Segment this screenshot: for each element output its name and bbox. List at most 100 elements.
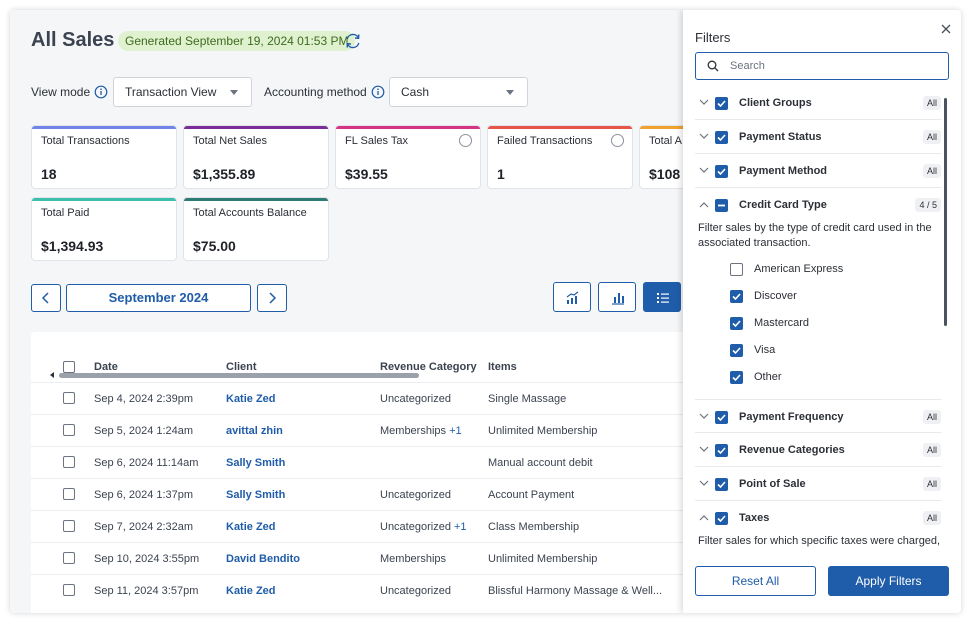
- more-categories-link[interactable]: +1: [454, 521, 467, 533]
- cell-client-link[interactable]: Sally Smith: [226, 457, 285, 469]
- trend-chart-icon: [566, 291, 579, 304]
- row-checkbox[interactable]: [63, 552, 75, 564]
- select-all-checkbox[interactable]: [63, 361, 75, 373]
- list-view-button[interactable]: [643, 282, 681, 312]
- table-row[interactable]: Sep 5, 2024 1:24am avittal zhin Membersh…: [31, 414, 731, 446]
- prev-month-button[interactable]: [31, 284, 61, 312]
- table-row[interactable]: Sep 7, 2024 2:32am Katie Zed Uncategoriz…: [31, 510, 731, 542]
- scroll-left-arrow-icon[interactable]: [50, 372, 54, 378]
- card-select-radio[interactable]: [459, 134, 472, 147]
- row-checkbox[interactable]: [63, 584, 75, 596]
- row-checkbox[interactable]: [63, 520, 75, 532]
- filter-group-checkbox[interactable]: [715, 411, 728, 424]
- category-text: Uncategorized: [380, 393, 451, 405]
- search-placeholder: Search: [730, 60, 765, 72]
- filter-group-name: Payment Status: [739, 131, 822, 143]
- filter-group-credit-card-type[interactable]: Credit Card Type 4 / 5: [695, 188, 941, 222]
- option-checkbox[interactable]: [730, 290, 743, 303]
- filter-group-badge: All: [922, 511, 941, 525]
- column-header-date[interactable]: Date: [94, 361, 118, 373]
- option-checkbox[interactable]: [730, 263, 743, 276]
- cell-category: Memberships: [380, 553, 446, 565]
- filter-group-payment-method[interactable]: Payment Method All: [695, 154, 941, 188]
- filter-group-revenue-categories[interactable]: Revenue Categories All: [695, 433, 941, 467]
- cell-date: Sep 5, 2024 1:24am: [94, 425, 194, 437]
- filter-group-checkbox-partial[interactable]: [715, 199, 728, 212]
- chevron-down-icon: [230, 90, 238, 95]
- cell-client-link[interactable]: David Bendito: [226, 553, 300, 565]
- trend-view-button[interactable]: [553, 282, 591, 312]
- table-row[interactable]: Sep 11, 2024 3:57pm Katie Zed Uncategori…: [31, 574, 731, 606]
- table-row[interactable]: Sep 6, 2024 11:14am Sally Smith Manual a…: [31, 446, 731, 478]
- filter-group-taxes[interactable]: Taxes All: [695, 501, 941, 535]
- chevron-right-icon: [269, 292, 277, 304]
- filter-group-client-groups[interactable]: Client Groups All: [695, 86, 941, 120]
- filter-group-checkbox[interactable]: [715, 444, 728, 457]
- apply-filters-button[interactable]: Apply Filters: [828, 566, 949, 596]
- reset-all-button[interactable]: Reset All: [695, 566, 816, 596]
- refresh-icon[interactable]: [343, 31, 363, 51]
- column-header-client[interactable]: Client: [226, 361, 257, 373]
- filter-group-payment-frequency[interactable]: Payment Frequency All: [695, 399, 941, 433]
- cell-client-link[interactable]: avittal zhin: [226, 425, 283, 437]
- horizontal-scrollbar[interactable]: [59, 373, 419, 378]
- info-icon[interactable]: [371, 85, 385, 99]
- card-label: Failed Transactions: [497, 135, 593, 147]
- filter-group-point-of-sale[interactable]: Point of Sale All: [695, 467, 941, 501]
- filters-scrollbar[interactable]: [944, 98, 947, 326]
- cell-category: Uncategorized: [380, 489, 451, 501]
- card-fl-sales-tax: FL Sales Tax $39.55: [335, 125, 481, 189]
- option-label: Visa: [754, 344, 776, 356]
- filter-group-badge: All: [922, 164, 941, 178]
- table-row[interactable]: Sep 10, 2024 3:55pm David Bendito Member…: [31, 542, 731, 574]
- month-picker[interactable]: September 2024: [66, 284, 251, 312]
- option-checkbox[interactable]: [730, 317, 743, 330]
- column-header-items[interactable]: Items: [488, 361, 517, 373]
- chevron-up-icon: [699, 202, 709, 208]
- accounting-method-value: Cash: [401, 85, 430, 99]
- info-icon[interactable]: [94, 85, 108, 99]
- card-accent-bar: [184, 198, 328, 201]
- cell-client-link[interactable]: Sally Smith: [226, 489, 285, 501]
- option-checkbox[interactable]: [730, 344, 743, 357]
- filters-search-input[interactable]: Search: [695, 52, 949, 80]
- list-icon: [657, 293, 669, 303]
- card-label: Total Transactions: [41, 135, 130, 147]
- filter-group-badge: All: [922, 443, 941, 457]
- app-window: All Sales Generated September 19, 2024 0…: [10, 10, 961, 613]
- card-select-radio[interactable]: [611, 134, 624, 147]
- taxes-description: Filter sales for which specific taxes we…: [698, 535, 941, 547]
- table-row[interactable]: Sep 4, 2024 2:39pm Katie Zed Uncategoriz…: [31, 382, 731, 414]
- option-label: Other: [754, 371, 782, 383]
- option-label: Discover: [754, 290, 797, 302]
- row-checkbox[interactable]: [63, 392, 75, 404]
- cell-client-link[interactable]: Katie Zed: [226, 585, 276, 597]
- more-categories-link[interactable]: +1: [449, 425, 462, 437]
- card-label: FL Sales Tax: [345, 135, 408, 147]
- accounting-method-select[interactable]: Cash: [389, 77, 528, 107]
- filter-group-checkbox[interactable]: [715, 131, 728, 144]
- bar-chart-view-button[interactable]: [598, 282, 636, 312]
- cell-date: Sep 10, 2024 3:55pm: [94, 553, 200, 565]
- option-checkbox[interactable]: [730, 371, 743, 384]
- cell-client-link[interactable]: Katie Zed: [226, 521, 276, 533]
- cell-date: Sep 4, 2024 2:39pm: [94, 393, 194, 405]
- filter-group-checkbox[interactable]: [715, 478, 728, 491]
- card-label: Total Net Sales: [193, 135, 267, 147]
- filters-title: Filters: [695, 30, 731, 45]
- column-header-revenue-category[interactable]: Revenue Category: [380, 361, 477, 373]
- filter-group-checkbox[interactable]: [715, 165, 728, 178]
- row-checkbox[interactable]: [63, 456, 75, 468]
- table-row[interactable]: Sep 6, 2024 1:37pm Sally Smith Uncategor…: [31, 478, 731, 510]
- view-mode-select[interactable]: Transaction View: [113, 77, 252, 107]
- row-checkbox[interactable]: [63, 488, 75, 500]
- filter-group-checkbox[interactable]: [715, 97, 728, 110]
- filter-group-checkbox[interactable]: [715, 512, 728, 525]
- cell-client-link[interactable]: Katie Zed: [226, 393, 276, 405]
- filter-group-payment-status[interactable]: Payment Status All: [695, 120, 941, 154]
- row-checkbox[interactable]: [63, 424, 75, 436]
- category-text: Memberships: [380, 553, 447, 565]
- filter-group-name: Revenue Categories: [739, 444, 845, 456]
- close-icon[interactable]: [939, 22, 953, 36]
- next-month-button[interactable]: [257, 284, 287, 312]
